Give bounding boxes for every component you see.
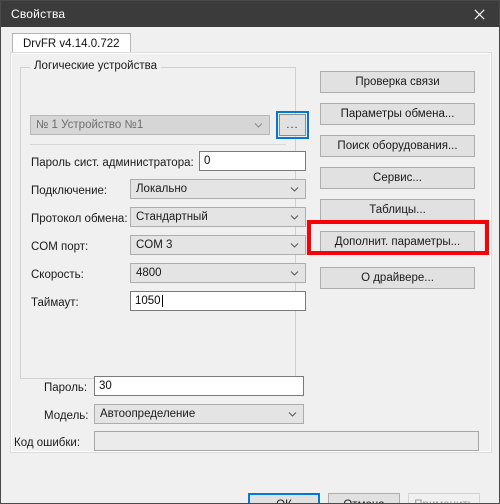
error-code-input[interactable] — [94, 431, 479, 451]
check-connection-button[interactable]: Проверка связи — [320, 71, 475, 93]
protocol-label: Протокол обмена: — [31, 213, 128, 225]
model-combo[interactable]: Автоопределение — [94, 404, 304, 424]
timeout-input[interactable]: 1050 — [130, 291, 306, 311]
tab-strip: DrvFR v4.14.0.722 — [10, 31, 492, 53]
group-separator — [30, 144, 286, 145]
admin-password-input[interactable]: 0 — [199, 151, 306, 171]
about-driver-button[interactable]: О драйвере... — [320, 267, 475, 289]
password-label: Пароль: — [44, 382, 88, 394]
model-value: Автоопределение — [100, 408, 196, 420]
connection-label: Подключение: — [31, 185, 108, 197]
baud-rate-value: 4800 — [136, 267, 162, 279]
dialog-client-area: DrvFR v4.14.0.722 Логические устройства … — [2, 27, 499, 503]
com-port-label: COM порт: — [31, 241, 89, 253]
additional-parameters-button[interactable]: Дополнит. параметры... — [320, 231, 475, 253]
browse-button[interactable]: ... — [279, 114, 306, 136]
title-bar: Свойства — [1, 1, 499, 27]
text-caret — [161, 295, 163, 307]
service-button[interactable]: Сервис... — [320, 167, 475, 189]
admin-password-value: 0 — [204, 155, 211, 167]
model-label: Модель: — [44, 410, 89, 422]
apply-button[interactable]: Применить — [408, 493, 480, 503]
device-combo[interactable]: № 1 Устройство №1 — [30, 115, 270, 135]
baud-rate-label: Скорость: — [31, 269, 84, 281]
timeout-value: 1050 — [135, 295, 161, 307]
search-equipment-button[interactable]: Поиск оборудования... — [320, 135, 475, 157]
connection-value: Локально — [136, 183, 188, 195]
chevron-down-icon — [254, 121, 263, 130]
com-port-combo[interactable]: COM 3 — [130, 235, 306, 255]
exchange-parameters-button[interactable]: Параметры обмена... — [320, 103, 475, 125]
tab-drvfr[interactable]: DrvFR v4.14.0.722 — [12, 33, 131, 53]
properties-dialog: Свойства DrvFR v4.14.0.722 Логические ус… — [0, 0, 500, 504]
chevron-down-icon — [290, 241, 299, 250]
ok-button[interactable]: ОК — [248, 493, 320, 503]
password-input[interactable]: 30 — [94, 376, 304, 396]
timeout-label: Таймаут: — [31, 297, 79, 309]
protocol-value: Стандартный — [136, 211, 208, 223]
admin-password-label: Пароль сист. администратора: — [31, 157, 194, 169]
window-title: Свойства — [11, 7, 66, 21]
chevron-down-icon — [290, 213, 299, 222]
password-value: 30 — [99, 380, 112, 392]
error-code-label: Код ошибки: — [14, 437, 81, 449]
close-icon[interactable] — [457, 1, 499, 27]
cancel-button[interactable]: Отмена — [328, 493, 400, 503]
protocol-combo[interactable]: Стандартный — [130, 207, 306, 227]
baud-rate-combo[interactable]: 4800 — [130, 263, 306, 283]
logical-devices-group-label: Логические устройства — [30, 60, 161, 72]
tables-button[interactable]: Таблицы... — [320, 199, 475, 221]
com-port-value: COM 3 — [136, 239, 173, 251]
chevron-down-icon — [288, 410, 297, 419]
device-combo-value: № 1 Устройство №1 — [36, 119, 144, 131]
chevron-down-icon — [290, 269, 299, 278]
connection-combo[interactable]: Локально — [130, 179, 306, 199]
chevron-down-icon — [290, 185, 299, 194]
